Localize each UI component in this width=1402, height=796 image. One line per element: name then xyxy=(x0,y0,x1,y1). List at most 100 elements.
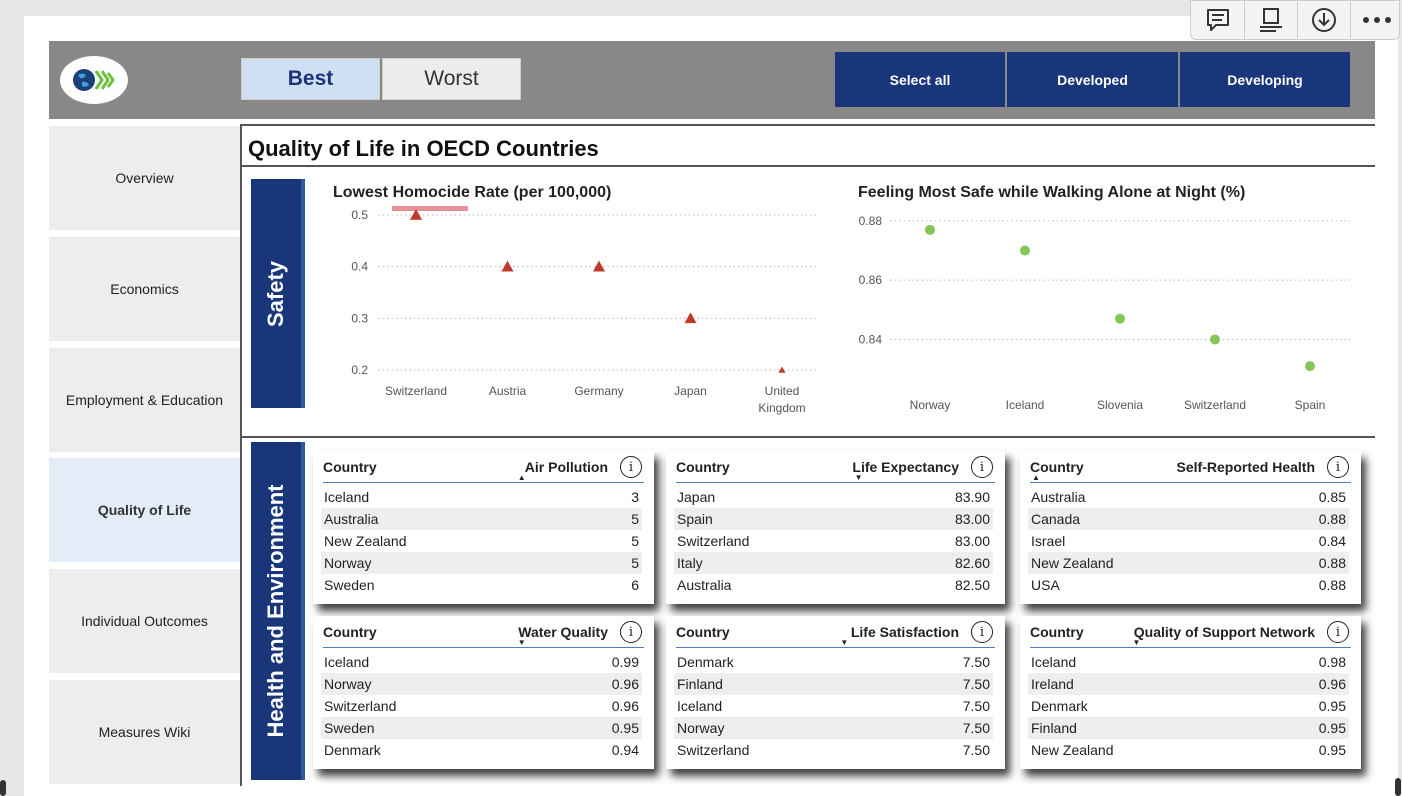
country-cell: Japan xyxy=(677,489,716,505)
life-expectancy-table[interactable]: Country Life Expectancy ▼ i Japan 83.90 … xyxy=(666,451,1005,604)
country-column-header[interactable]: Country xyxy=(1030,624,1084,640)
data-point-iceland[interactable] xyxy=(1020,245,1030,256)
country-column-header[interactable]: Country xyxy=(323,459,377,475)
download-icon[interactable] xyxy=(1297,1,1350,39)
info-icon[interactable]: i xyxy=(620,456,642,478)
comment-icon[interactable] xyxy=(1191,1,1244,39)
sort-arrow-icon[interactable]: ▼ xyxy=(840,638,848,647)
metric-column-header[interactable]: Quality of Support Network xyxy=(1134,624,1315,640)
value-cell: 0.88 xyxy=(1318,577,1346,593)
sort-arrow-icon[interactable]: ▲ xyxy=(1032,473,1040,482)
metric-column-header[interactable]: Air Pollution xyxy=(525,459,608,475)
table-row[interactable]: USA 0.88 xyxy=(1028,574,1349,596)
self-reported-health-table[interactable]: Country Self-Reported Health ▲ i Austral… xyxy=(1020,451,1361,604)
table-row[interactable]: Australia 82.50 xyxy=(674,574,993,596)
sort-arrow-icon[interactable]: ▼ xyxy=(1132,638,1140,647)
table-row[interactable]: Norway 0.96 xyxy=(321,673,642,695)
sidebar-item-employment-education[interactable]: Employment & Education xyxy=(49,348,240,452)
table-row[interactable]: Switzerland 0.96 xyxy=(321,695,642,717)
table-row[interactable]: Sweden 0.95 xyxy=(321,717,642,739)
data-point-austria[interactable] xyxy=(501,260,514,272)
sidebar-item-overview[interactable]: Overview xyxy=(49,126,240,230)
value-cell: 83.90 xyxy=(954,489,990,505)
air-pollution-table[interactable]: Country Air Pollution ▲ i Iceland 3 Aust… xyxy=(313,451,654,604)
best-toggle-button[interactable]: Best xyxy=(241,58,380,100)
sort-arrow-icon[interactable]: ▲ xyxy=(518,473,526,482)
info-icon[interactable]: i xyxy=(620,621,642,643)
table-row[interactable]: Norway 7.50 xyxy=(674,717,993,739)
table-row[interactable]: Iceland 3 xyxy=(321,486,642,508)
sort-arrow-icon[interactable]: ▼ xyxy=(518,638,526,647)
country-column-header[interactable]: Country xyxy=(323,624,377,640)
table-row[interactable]: Iceland 0.98 xyxy=(1028,651,1349,673)
table-row[interactable]: Finland 0.95 xyxy=(1028,717,1349,739)
sidebar-item-quality-of-life[interactable]: Quality of Life xyxy=(49,458,240,562)
data-point-spain[interactable] xyxy=(1305,361,1315,372)
table-row[interactable]: Denmark 0.94 xyxy=(321,739,642,761)
table-row[interactable]: New Zealand 5 xyxy=(321,530,642,552)
info-icon[interactable]: i xyxy=(971,456,993,478)
table-row[interactable]: Iceland 0.99 xyxy=(321,651,642,673)
metric-column-header[interactable]: Water Quality xyxy=(518,624,608,640)
table-row[interactable]: Switzerland 7.50 xyxy=(674,739,993,761)
info-icon[interactable]: i xyxy=(1327,621,1349,643)
table-row[interactable]: Australia 0.85 xyxy=(1028,486,1349,508)
table-row[interactable]: Japan 83.90 xyxy=(674,486,993,508)
sidebar-item-individual-outcomes[interactable]: Individual Outcomes xyxy=(49,569,240,673)
data-point-switzerland[interactable] xyxy=(1210,334,1220,345)
country-cell: Spain xyxy=(677,511,713,527)
left-scroll-handle[interactable] xyxy=(0,780,6,796)
table-row[interactable]: Spain 83.00 xyxy=(674,508,993,530)
value-cell: 0.96 xyxy=(1318,676,1346,692)
table-row[interactable]: Denmark 7.50 xyxy=(674,651,993,673)
data-point-slovenia[interactable] xyxy=(1115,313,1125,324)
homicide-rate-chart[interactable]: 0.5 0.4 0.3 0.2 Switzerland Austria Germany Jap… xyxy=(330,205,830,420)
metric-column-header[interactable]: Self-Reported Health xyxy=(1177,459,1315,475)
table-row[interactable]: Iceland 7.50 xyxy=(674,695,993,717)
country-cell: Iceland xyxy=(1031,654,1077,670)
table-row[interactable]: Ireland 0.96 xyxy=(1028,673,1349,695)
value-cell: 6 xyxy=(631,577,639,593)
y-tick-label: 0.86 xyxy=(859,273,883,287)
life-satisfaction-table[interactable]: Country Life Satisfaction ▼ i Denmark 7.… xyxy=(666,616,1005,769)
worst-toggle-button[interactable]: Worst xyxy=(382,58,521,100)
support-network-table[interactable]: Country Quality of Support Network ▼ i I… xyxy=(1020,616,1361,769)
table-row[interactable]: Sweden 6 xyxy=(321,574,642,596)
table-row[interactable]: New Zealand 0.88 xyxy=(1028,552,1349,574)
country-column-header[interactable]: Country xyxy=(676,459,730,475)
sidebar-item-measures-wiki[interactable]: Measures Wiki xyxy=(49,680,240,784)
value-cell: 82.60 xyxy=(954,555,990,571)
table-row[interactable]: Finland 7.50 xyxy=(674,673,993,695)
sort-arrow-icon[interactable]: ▼ xyxy=(855,473,863,482)
safe-walking-chart[interactable]: 0.88 0.86 0.84 Norway Iceland Slovenia Switzer… xyxy=(850,205,1360,420)
info-icon[interactable]: i xyxy=(1327,456,1349,478)
developing-filter-button[interactable]: Developing xyxy=(1180,52,1350,107)
data-point-germany[interactable] xyxy=(593,260,605,272)
data-point-switzerland[interactable] xyxy=(410,209,422,220)
value-cell: 0.99 xyxy=(611,654,639,670)
metric-column-header[interactable]: Life Satisfaction xyxy=(851,624,959,640)
focus-mode-icon[interactable] xyxy=(1244,1,1297,39)
data-point-japan[interactable] xyxy=(684,312,697,324)
x-category-label: Switzerland xyxy=(1184,398,1246,412)
water-quality-table[interactable]: Country Water Quality ▼ i Iceland 0.99 N… xyxy=(313,616,654,769)
country-column-header[interactable]: Country xyxy=(676,624,730,640)
table-row[interactable]: Australia 5 xyxy=(321,508,642,530)
section-divider xyxy=(242,436,1375,438)
x-category-label: Kingdom xyxy=(758,401,805,415)
metric-column-header[interactable]: Life Expectancy xyxy=(852,459,959,475)
data-point-norway[interactable] xyxy=(925,224,935,235)
right-scroll-handle[interactable] xyxy=(1395,778,1401,796)
table-row[interactable]: New Zealand 0.95 xyxy=(1028,739,1349,761)
table-row[interactable]: Switzerland 83.00 xyxy=(674,530,993,552)
table-row[interactable]: Canada 0.88 xyxy=(1028,508,1349,530)
table-row[interactable]: Denmark 0.95 xyxy=(1028,695,1349,717)
sidebar-item-economics[interactable]: Economics xyxy=(49,237,240,341)
select-all-button[interactable]: Select all xyxy=(835,52,1005,107)
more-options-icon[interactable] xyxy=(1350,1,1402,39)
developed-filter-button[interactable]: Developed xyxy=(1007,52,1178,107)
info-icon[interactable]: i xyxy=(971,621,993,643)
table-row[interactable]: Norway 5 xyxy=(321,552,642,574)
table-row[interactable]: Israel 0.84 xyxy=(1028,530,1349,552)
table-row[interactable]: Italy 82.60 xyxy=(674,552,993,574)
